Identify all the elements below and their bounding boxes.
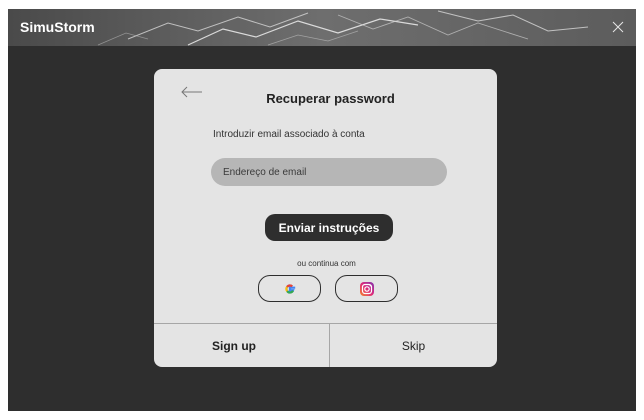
instagram-login-button[interactable] bbox=[335, 275, 398, 302]
instagram-icon bbox=[359, 281, 374, 296]
email-field[interactable] bbox=[211, 158, 447, 186]
recover-password-dialog: Recuperar password Introduzir email asso… bbox=[154, 69, 497, 367]
app-title: SimuStorm bbox=[20, 19, 95, 35]
app-window: SimuStorm Recuperar password Introduzir … bbox=[8, 9, 636, 411]
google-icon bbox=[284, 283, 295, 294]
sign-up-button[interactable]: Sign up bbox=[154, 324, 329, 367]
skip-button[interactable]: Skip bbox=[330, 324, 497, 367]
storm-banner-image bbox=[8, 9, 636, 46]
google-login-button[interactable] bbox=[258, 275, 321, 302]
or-continue-with-label: ou continua com bbox=[297, 259, 356, 268]
close-button[interactable] bbox=[610, 19, 626, 35]
email-instruction-label: Introduzir email associado à conta bbox=[213, 129, 365, 140]
close-icon bbox=[612, 21, 624, 33]
title-bar: SimuStorm bbox=[8, 9, 636, 46]
send-instructions-button[interactable]: Enviar instruções bbox=[265, 214, 393, 241]
dialog-title: Recuperar password bbox=[266, 91, 395, 106]
